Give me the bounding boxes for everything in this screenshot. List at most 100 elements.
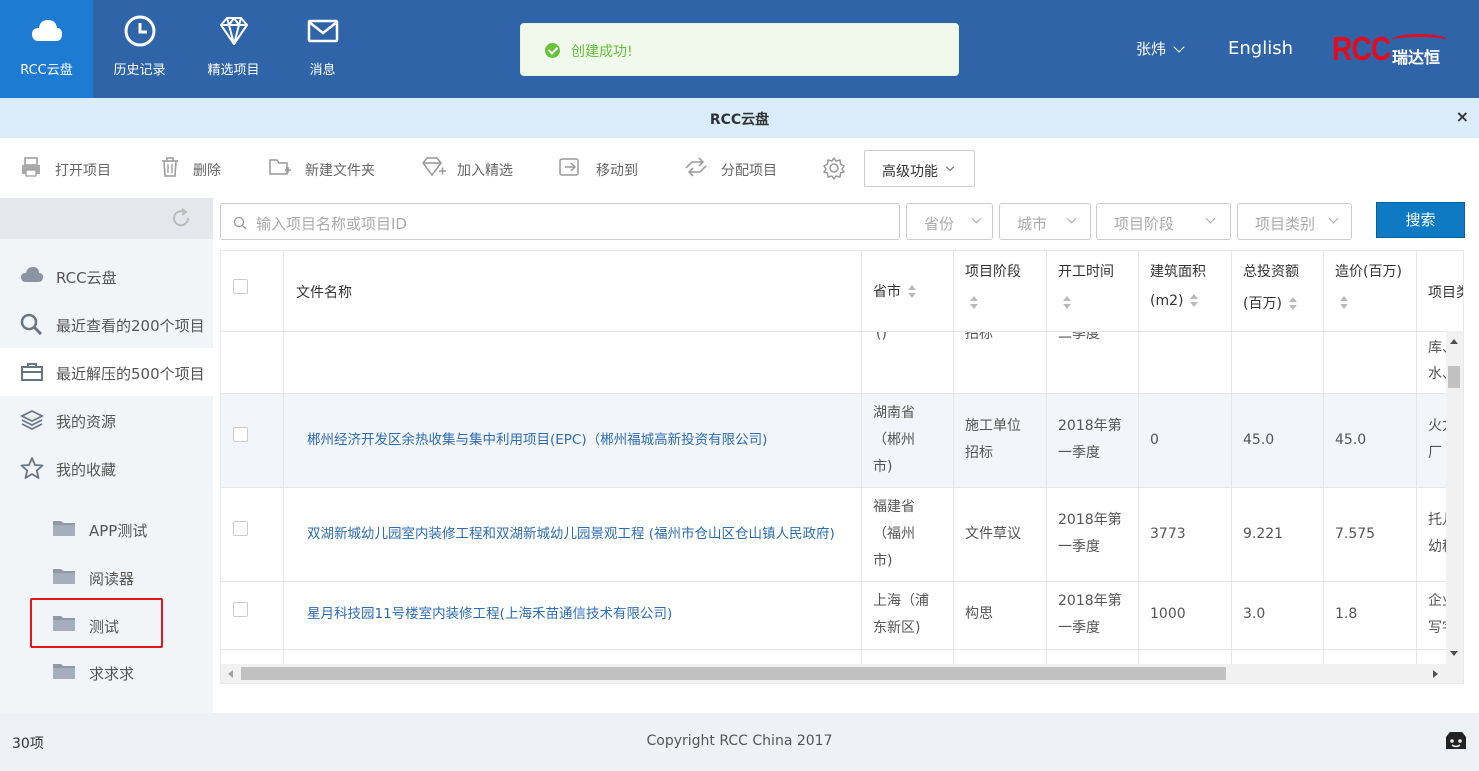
project-name-link[interactable]: 郴州经济开发区余热收集与集中利用项目(EPC)（郴州福城高新投资有限公司)	[307, 427, 767, 454]
category-select[interactable]: 项目类别	[1237, 203, 1352, 240]
cell-text: 东新区)	[873, 620, 921, 636]
sort-icon[interactable]	[1339, 296, 1349, 310]
folder-test[interactable]: 测试	[30, 598, 163, 648]
star-icon	[20, 457, 44, 479]
sidebar-item-favorites[interactable]: 我的收藏	[0, 444, 213, 492]
scroll-right-icon[interactable]	[1433, 670, 1438, 678]
mail-icon	[307, 19, 339, 43]
row-checkbox[interactable]	[233, 602, 248, 617]
horizontal-scrollbar[interactable]	[221, 664, 1463, 683]
table-cell: 湖南省 （郴州 市)	[862, 394, 954, 488]
row-checkbox[interactable]	[233, 427, 248, 442]
table-cell	[221, 332, 284, 394]
sidebar-item-label: RCC云盘	[56, 269, 117, 287]
sort-icon[interactable]	[1189, 294, 1199, 308]
table-header-area[interactable]: 建筑面积 (m2)	[1139, 251, 1232, 332]
cloud-box-icon[interactable]	[1444, 729, 1468, 751]
table-cell: 上海（浦 东新区)	[862, 582, 954, 650]
table-header-stage[interactable]: 项目阶段	[954, 251, 1047, 332]
cell-text: 厂	[1428, 445, 1442, 461]
scroll-left-icon[interactable]	[228, 670, 233, 678]
scrollbar-thumb[interactable]	[241, 667, 1226, 680]
sidebar-item-my-resources[interactable]: 我的资源	[0, 396, 213, 444]
sidebar-item-recent-extracted[interactable]: 最近解压的500个项目	[0, 348, 213, 396]
add-featured-label: 加入精选	[457, 163, 513, 179]
table-header-start-time[interactable]: 开工时间	[1047, 251, 1139, 332]
search-button[interactable]: 搜索	[1376, 202, 1465, 238]
table-cell[interactable]: 郴州经济开发区余热收集与集中利用项目(EPC)（郴州福城高新投资有限公司)	[284, 394, 862, 488]
search-icon	[20, 313, 43, 335]
cell-text: 施工单位	[965, 418, 1021, 434]
nav-messages[interactable]: 消息	[276, 0, 369, 98]
toolbar: 打开项目 删除 新建文件夹 加入精选 移动到 分配项目 高级功能	[0, 138, 1479, 198]
cloud-icon	[21, 267, 43, 282]
scrollbar-thumb[interactable]	[1448, 366, 1460, 388]
chevron-down-icon	[1173, 41, 1185, 53]
chevron-down-icon	[1328, 213, 1339, 224]
sidebar-item-recent-viewed[interactable]: 最近查看的200个项目	[0, 300, 213, 348]
folder-icon	[53, 521, 75, 536]
copyright: Copyright RCC China 2017	[646, 733, 833, 749]
vertical-scrollbar[interactable]	[1446, 331, 1463, 664]
table-header-category[interactable]: 项目类	[1417, 251, 1463, 332]
table-header-cost[interactable]: 造价(百万)	[1324, 251, 1417, 332]
sort-icon[interactable]	[907, 285, 917, 299]
folder-reader[interactable]: 阅读器	[30, 553, 163, 601]
sidebar-item-cloud-drive[interactable]: RCC云盘	[0, 252, 213, 300]
nav-cloud-drive[interactable]: RCC云盘	[0, 0, 93, 98]
new-folder-label: 新建文件夹	[305, 163, 375, 179]
footer: 30项 Copyright RCC China 2017	[0, 713, 1479, 771]
cell-text: 7.575	[1335, 526, 1376, 542]
cell-text: 9.221	[1243, 526, 1284, 542]
cell-text: 招标	[965, 332, 993, 342]
cell-text: 构思	[965, 606, 993, 622]
language-switch[interactable]: English	[1228, 38, 1293, 59]
select-all-checkbox[interactable]	[233, 279, 248, 294]
move-to-label: 移动到	[596, 163, 638, 179]
open-project-label: 打开项目	[55, 163, 111, 179]
sidebar-item-label: 最近解压的500个项目	[56, 365, 205, 383]
table-cell[interactable]: 星月科技园11号楼室内装修工程(上海禾苗通信技术有限公司)	[284, 582, 862, 650]
cloud-icon	[32, 20, 62, 41]
header-label: 总投资额	[1243, 264, 1299, 280]
row-checkbox[interactable]	[233, 521, 248, 536]
cell-text: 45.0	[1335, 432, 1367, 448]
province-select[interactable]: 省份	[906, 203, 993, 240]
refresh-icon[interactable]	[170, 207, 192, 229]
stage-select[interactable]: 项目阶段	[1096, 203, 1231, 240]
table-header-province[interactable]: 省市	[862, 251, 954, 332]
scroll-down-icon[interactable]	[1450, 651, 1458, 656]
move-icon	[559, 158, 579, 176]
sort-icon[interactable]	[1288, 297, 1298, 311]
sort-icon[interactable]	[1062, 296, 1072, 310]
close-icon[interactable]: ×	[1456, 107, 1469, 126]
table-header-name[interactable]: 文件名称	[284, 251, 862, 332]
check-circle-icon	[545, 43, 560, 58]
folder-qiuqiuqiu[interactable]: 求求求	[30, 648, 163, 696]
cell-text: 招标	[965, 445, 993, 461]
table-cell[interactable]: 双湖新城幼儿园室内装修工程和双湖新城幼儿园景观工程 (福州市仓山区仓山镇人民政府…	[284, 488, 862, 582]
table-cell: 9.221	[1232, 488, 1324, 582]
sidebar-item-label: 最近查看的200个项目	[56, 317, 205, 335]
search-input[interactable]: 输入项目名称或项目ID	[220, 203, 900, 240]
cell-text: 幼稚	[1428, 539, 1447, 555]
nav-history[interactable]: 历史记录	[93, 0, 186, 98]
project-name-link[interactable]: 星月科技园11号楼室内装修工程(上海禾苗通信技术有限公司)	[307, 601, 672, 628]
delete-label: 删除	[193, 163, 221, 179]
header-label: 项目类	[1428, 285, 1463, 301]
scroll-up-icon[interactable]	[1450, 339, 1458, 344]
user-menu[interactable]: 张炜	[1136, 38, 1185, 59]
folder-icon	[53, 569, 75, 584]
search-icon	[233, 216, 247, 230]
table-cell: 45.0	[1324, 394, 1417, 488]
table-header-investment[interactable]: 总投资额 (百万)	[1232, 251, 1324, 332]
nav-featured[interactable]: 精选项目	[187, 0, 280, 98]
project-name-link[interactable]: 双湖新城幼儿园室内装修工程和双湖新城幼儿园景观工程 (福州市仓山区仓山镇人民政府…	[307, 521, 835, 548]
cell-text: 一季度	[1058, 620, 1100, 636]
cell-text: 2018年第	[1058, 512, 1122, 528]
folder-app-test[interactable]: APP测试	[30, 505, 163, 553]
sort-icon[interactable]	[969, 296, 979, 310]
city-select[interactable]: 城市	[999, 203, 1091, 240]
advanced-features-dropdown[interactable]: 高级功能	[864, 150, 975, 187]
cell-text: 二季度	[1058, 332, 1100, 342]
